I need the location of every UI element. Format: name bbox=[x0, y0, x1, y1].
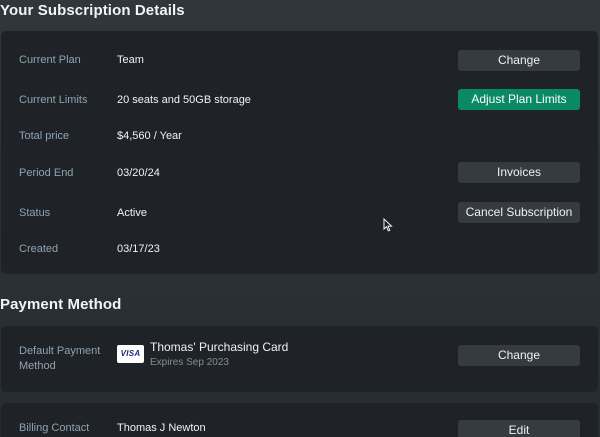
subscription-section-title: Your Subscription Details bbox=[0, 2, 185, 19]
status-value: Active bbox=[117, 207, 147, 219]
payment-section-title: Payment Method bbox=[0, 296, 122, 313]
adjust-plan-limits-button[interactable]: Adjust Plan Limits bbox=[458, 89, 580, 110]
default-payment-method-label: Default Payment Method bbox=[19, 344, 100, 374]
billing-contact-label: Billing Contact bbox=[19, 422, 90, 434]
default-payment-label-line2: Method bbox=[19, 360, 56, 372]
period-end-label: Period End bbox=[19, 167, 74, 179]
cancel-subscription-button[interactable]: Cancel Subscription bbox=[458, 202, 580, 223]
change-payment-method-button[interactable]: Change bbox=[458, 345, 580, 366]
payment-card-name: Thomas' Purchasing Card bbox=[150, 340, 289, 354]
current-limits-value: 20 seats and 50GB storage bbox=[117, 94, 251, 106]
visa-card-icon: VISA bbox=[117, 345, 144, 363]
default-payment-label-line1: Default Payment bbox=[19, 345, 101, 357]
mouse-pointer-icon bbox=[383, 218, 393, 232]
payment-method-card: Default Payment Method VISA Thomas' Purc… bbox=[1, 326, 598, 392]
billing-contact-card: Billing Contact Thomas J Newton Edit bbox=[1, 403, 598, 437]
billing-contact-value: Thomas J Newton bbox=[117, 422, 206, 434]
period-end-value: 03/20/24 bbox=[117, 167, 160, 179]
current-plan-label: Current Plan bbox=[19, 54, 81, 66]
payment-card-expiry: Expires Sep 2023 bbox=[150, 357, 229, 368]
status-label: Status bbox=[19, 207, 51, 219]
total-price-value: $4,560 / Year bbox=[117, 130, 182, 142]
row-created: Created 03/17/23 bbox=[1, 237, 598, 261]
created-value: 03/17/23 bbox=[117, 243, 160, 255]
subscription-details-card: Current Plan Team Change Current Limits … bbox=[1, 31, 598, 274]
edit-billing-contact-button[interactable]: Edit bbox=[458, 420, 580, 437]
current-plan-value: Team bbox=[117, 54, 144, 66]
current-limits-label: Current Limits bbox=[19, 94, 88, 106]
row-total-price: Total price $4,560 / Year bbox=[1, 124, 598, 148]
change-plan-button[interactable]: Change bbox=[458, 50, 580, 71]
created-label: Created bbox=[19, 243, 59, 255]
invoices-button[interactable]: Invoices bbox=[458, 162, 580, 183]
total-price-label: Total price bbox=[19, 130, 70, 142]
